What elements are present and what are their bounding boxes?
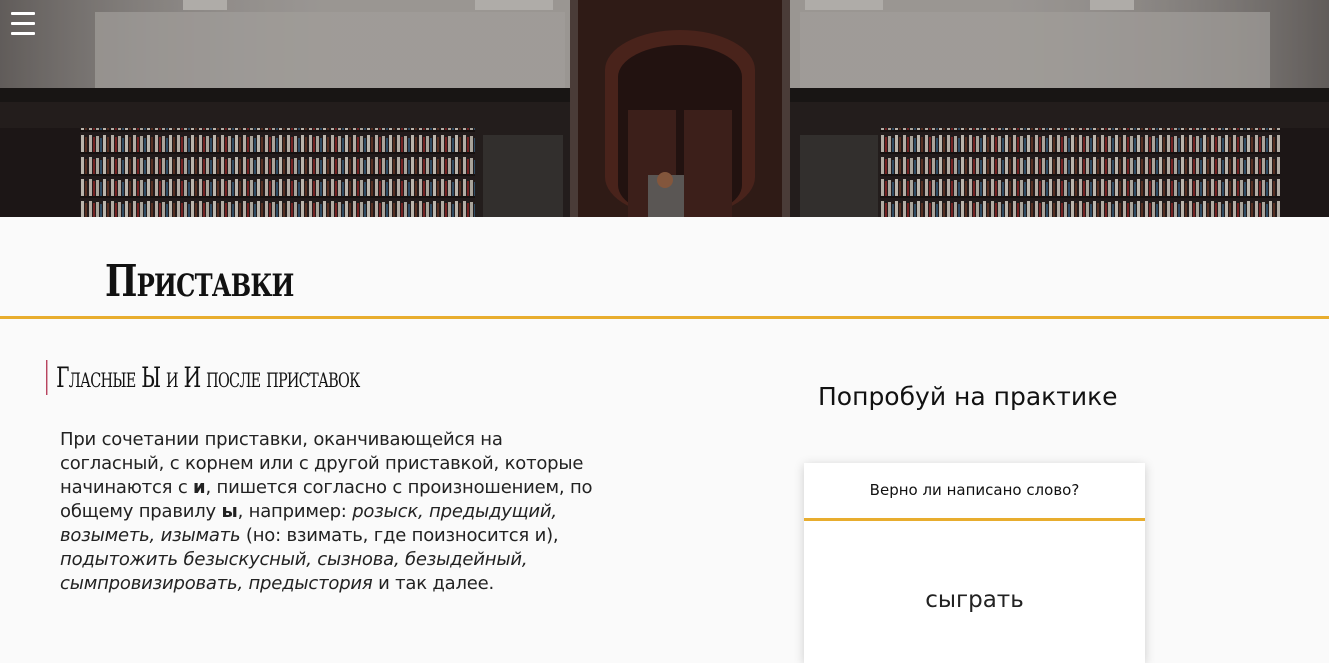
title-divider [0, 316, 1329, 319]
quiz-card[interactable]: Верно ли написано слово? сыграть [804, 463, 1145, 663]
library-bookshelves-photo [0, 0, 1329, 217]
hero-banner [0, 0, 1329, 217]
rule-text: При сочетании приставки, оканчивающейся … [60, 429, 593, 594]
page-title: Приставки [105, 256, 294, 307]
section-heading: Гласные Ы и И после приставок [46, 360, 360, 395]
quiz-question: Верно ли написано слово? [804, 463, 1145, 521]
hamburger-menu-icon[interactable] [11, 12, 35, 38]
practice-heading: Попробуй на практике [818, 382, 1118, 411]
quiz-word[interactable]: сыграть [804, 583, 1145, 617]
